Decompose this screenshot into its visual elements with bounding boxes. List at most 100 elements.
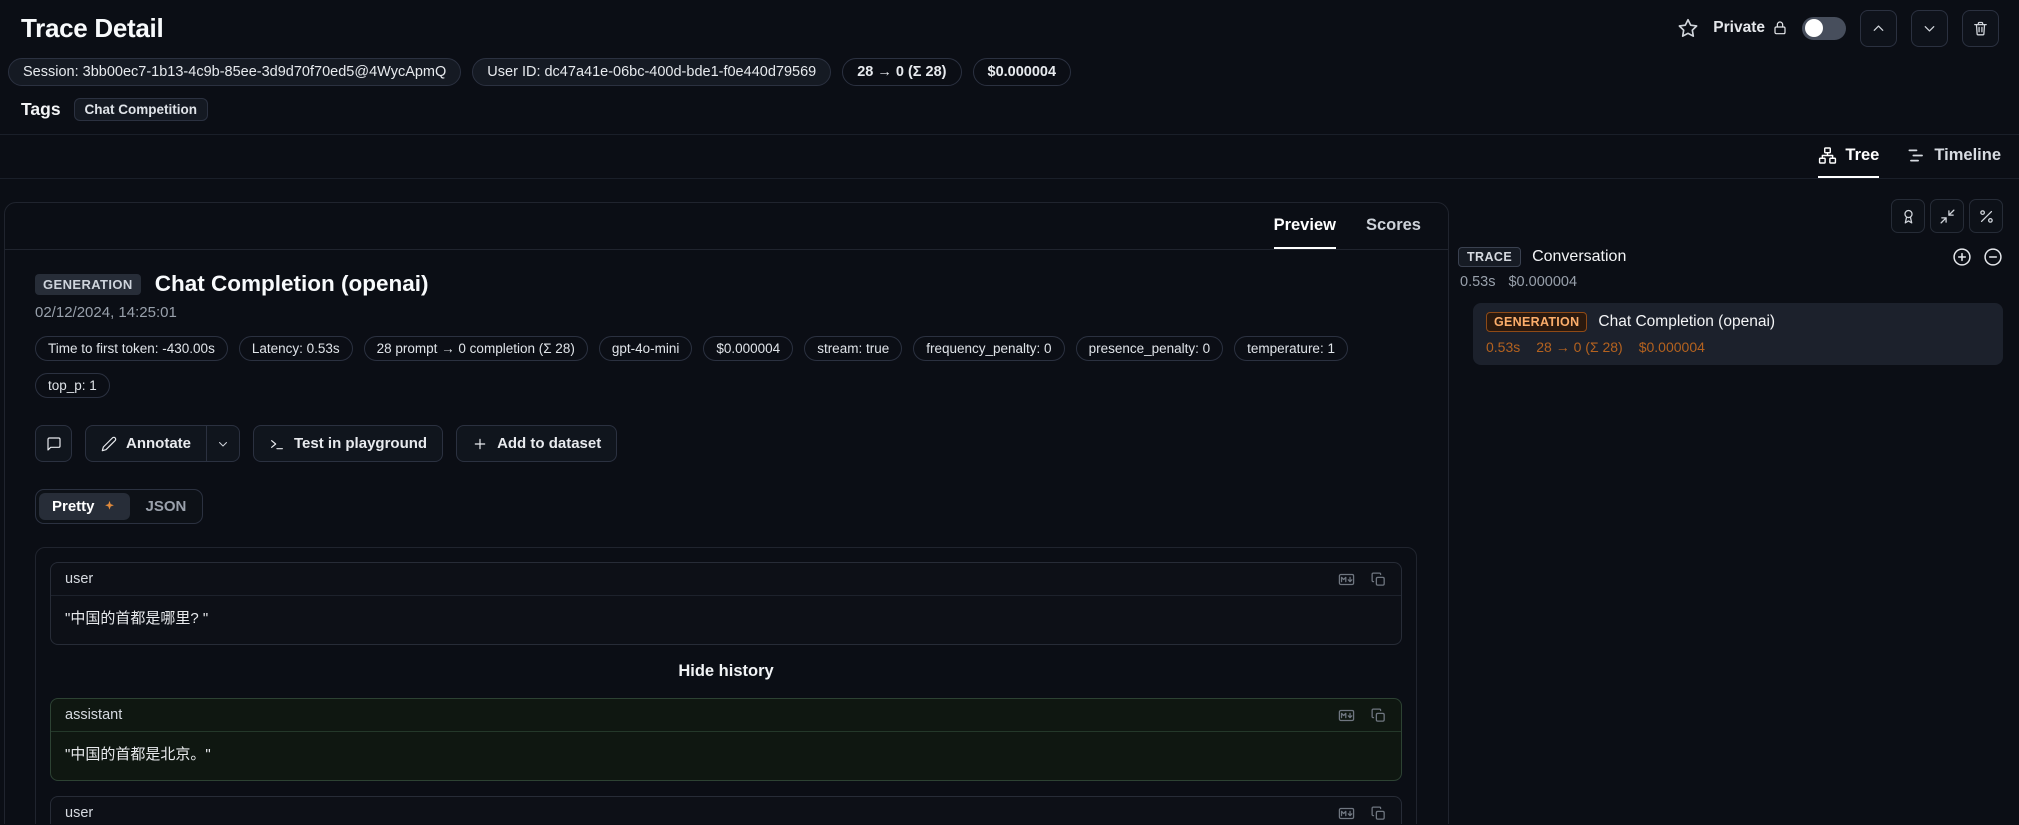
action-bar: Annotate Test in playground Add to datas… <box>5 425 1448 462</box>
panel-tabs: Preview Scores <box>5 203 1448 250</box>
timeline-icon <box>1907 146 1926 165</box>
copy-icon[interactable] <box>1370 805 1387 822</box>
user-id-badge[interactable]: User ID: dc47a41e-06bc-400d-bde1-f0e440d… <box>472 58 831 86</box>
hide-history-toggle[interactable]: Hide history <box>50 662 1402 681</box>
privacy-label: Private <box>1713 19 1765 37</box>
trace-name: Conversation <box>1532 248 1626 266</box>
add-to-dataset-label: Add to dataset <box>497 435 601 452</box>
observation-timestamp: 02/12/2024, 14:25:01 <box>35 304 1418 321</box>
chevron-down-icon <box>216 437 230 451</box>
metric-pill-cost: $0.000004 <box>703 336 793 361</box>
markdown-icon[interactable] <box>1336 707 1357 724</box>
tree-tab-label: Tree <box>1845 146 1879 165</box>
generation-tokens: 28 → 0 (Σ 28) <box>1536 339 1622 355</box>
observation-title: Chat Completion (openai) <box>155 271 429 297</box>
message-user-1: user "中国的首都是哪里? " <box>50 562 1402 645</box>
test-in-playground-button[interactable]: Test in playground <box>253 425 443 462</box>
content-area: Preview Scores GENERATION Chat Completio… <box>0 179 2019 824</box>
plus-circle-icon <box>1952 247 1972 267</box>
token-usage-badge: 28 → 0 (Σ 28) <box>842 58 961 86</box>
generation-type-badge: GENERATION <box>35 274 141 295</box>
percent-icon <box>1978 208 1995 225</box>
terminal-icon <box>269 436 285 452</box>
format-toggle: Pretty JSON <box>35 489 203 524</box>
sparkle-icon <box>102 499 117 514</box>
comment-button[interactable] <box>35 425 72 462</box>
tags-row: Tags Chat Competition <box>0 92 2019 135</box>
observation-header: GENERATION Chat Completion (openai) 02/1… <box>5 250 1448 398</box>
trace-latency: 0.53s <box>1460 274 1495 290</box>
json-tab[interactable]: JSON <box>133 493 200 520</box>
pen-icon <box>101 436 117 452</box>
toggle-scores-button[interactable] <box>1891 199 1925 233</box>
generation-name: Chat Completion (openai) <box>1598 313 1775 331</box>
copy-icon[interactable] <box>1370 571 1387 588</box>
message-role: user <box>65 805 93 821</box>
metric-pill-temperature: temperature: 1 <box>1234 336 1348 361</box>
top-bar: Trace Detail Private <box>0 0 2019 50</box>
session-badge[interactable]: Session: 3bb00ec7-1b13-4c9b-85ee-3d9d70f… <box>8 58 461 86</box>
timeline-tab-label: Timeline <box>1934 146 2001 165</box>
comment-icon <box>46 436 62 452</box>
tag-chip[interactable]: Chat Competition <box>74 98 209 121</box>
annotate-split-button: Annotate <box>85 425 240 462</box>
annotate-button[interactable]: Annotate <box>86 426 206 461</box>
tree-toolbar <box>1458 199 2003 233</box>
metric-pill-latency: Latency: 0.53s <box>239 336 353 361</box>
metric-pill-frequency-penalty: frequency_penalty: 0 <box>913 336 1064 361</box>
observation-metrics: Time to first token: -430.00s Latency: 0… <box>35 336 1418 398</box>
generation-type-badge: GENERATION <box>1486 312 1587 332</box>
tab-preview[interactable]: Preview <box>1274 203 1336 249</box>
chevron-up-icon <box>1870 20 1887 37</box>
tab-timeline-view[interactable]: Timeline <box>1907 135 2001 178</box>
star-icon <box>1677 17 1699 39</box>
observation-panel: Preview Scores GENERATION Chat Completio… <box>4 202 1449 824</box>
annotate-dropdown-button[interactable] <box>206 426 239 461</box>
tree-node-generation[interactable]: GENERATION Chat Completion (openai) 0.53… <box>1473 303 2003 365</box>
annotate-label: Annotate <box>126 435 191 452</box>
io-preview-card: user "中国的首都是哪里? " Hide history assistant <box>35 547 1417 824</box>
metric-pill-top-p: top_p: 1 <box>35 373 110 398</box>
tab-scores[interactable]: Scores <box>1366 203 1421 249</box>
toggle-knob <box>1805 19 1823 37</box>
trace-meta-row: Session: 3bb00ec7-1b13-4c9b-85ee-3d9d70f… <box>0 50 2019 92</box>
collapse-all-button[interactable] <box>1983 247 2003 267</box>
pretty-label: Pretty <box>52 498 95 515</box>
toggle-metrics-button[interactable] <box>1969 199 2003 233</box>
copy-icon[interactable] <box>1370 707 1387 724</box>
generation-latency: 0.53s <box>1486 339 1520 355</box>
plus-icon <box>472 436 488 452</box>
collapse-view-button[interactable] <box>1930 199 1964 233</box>
trash-icon <box>1972 20 1989 37</box>
tags-label: Tags <box>21 99 61 120</box>
metric-pill-tokens: 28 prompt → 0 completion (Σ 28) <box>364 336 588 361</box>
previous-trace-button[interactable] <box>1860 10 1897 47</box>
markdown-icon[interactable] <box>1336 805 1357 822</box>
generation-metrics: 0.53s 28 → 0 (Σ 28) $0.000004 <box>1486 339 1990 355</box>
trace-tree-root[interactable]: TRACE Conversation <box>1458 247 2003 267</box>
bookmark-star-button[interactable] <box>1677 17 1699 39</box>
privacy-indicator: Private <box>1713 19 1788 37</box>
add-to-dataset-button[interactable]: Add to dataset <box>456 425 617 462</box>
tree-icon <box>1818 146 1837 165</box>
playground-label: Test in playground <box>294 435 427 452</box>
metric-pill-stream: stream: true <box>804 336 902 361</box>
public-private-toggle[interactable] <box>1802 17 1846 40</box>
message-assistant-1: assistant "中国的首都是北京。" <box>50 698 1402 781</box>
message-content: "中国的首都是北京。" <box>51 732 1401 780</box>
page-title: Trace Detail <box>21 13 163 44</box>
message-user-2: user "谢谢" <box>50 796 1402 824</box>
metric-pill-model: gpt-4o-mini <box>599 336 693 361</box>
minus-circle-icon <box>1983 247 2003 267</box>
next-trace-button[interactable] <box>1911 10 1948 47</box>
tab-tree-view[interactable]: Tree <box>1818 135 1879 178</box>
expand-all-button[interactable] <box>1952 247 1972 267</box>
trace-metrics: 0.53s $0.000004 <box>1460 274 2003 290</box>
markdown-icon[interactable] <box>1336 571 1357 588</box>
chevron-down-icon <box>1921 20 1938 37</box>
message-content: "中国的首都是哪里? " <box>51 596 1401 644</box>
trace-cost: $0.000004 <box>1508 274 1577 290</box>
total-cost-badge: $0.000004 <box>973 58 1072 86</box>
pretty-tab[interactable]: Pretty <box>39 493 130 520</box>
delete-trace-button[interactable] <box>1962 10 1999 47</box>
